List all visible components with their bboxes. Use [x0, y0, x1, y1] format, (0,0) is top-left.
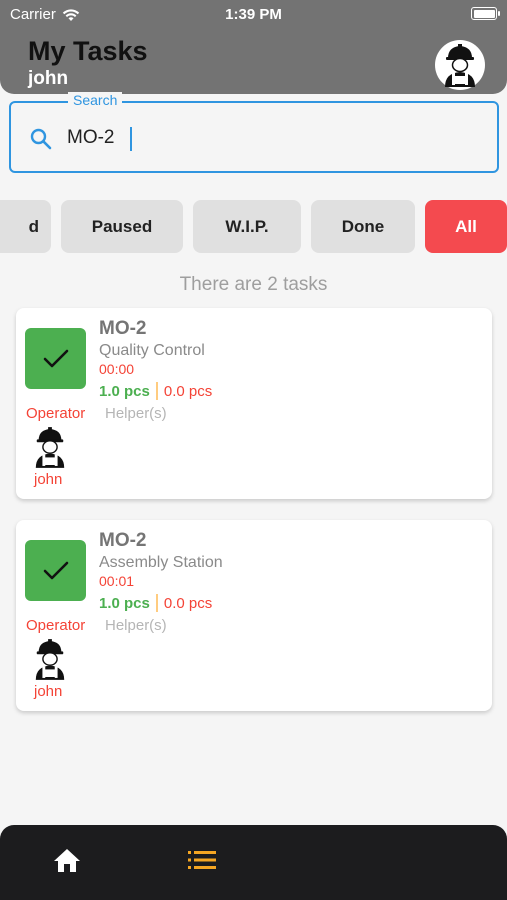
good-quantity: 1.0 pcs: [99, 382, 150, 400]
task-count: There are 2 tasks: [179, 274, 328, 295]
clock: 1:39 PM: [225, 6, 282, 23]
avatar[interactable]: [435, 40, 485, 90]
user-name: john: [28, 68, 69, 89]
task-card[interactable]: MO-2 Quality Control 00:00 1.0 pcs 0.0 p…: [16, 308, 492, 499]
quantity-row: 1.0 pcs 0.0 pcs: [99, 382, 212, 400]
scrap-quantity: 0.0 pcs: [163, 594, 213, 612]
operator-name: john: [34, 471, 63, 488]
app-header: Carrier 1:39 PM My Tasks john: [0, 0, 507, 94]
helpers-label: Helper(s): [105, 617, 167, 634]
operator-name: john: [34, 683, 63, 700]
quantity-divider: [155, 594, 158, 612]
scrap-quantity: 0.0 pcs: [163, 382, 213, 400]
list-icon[interactable]: [188, 849, 216, 871]
operator-label: Operator: [26, 617, 86, 634]
worker-icon: [35, 639, 65, 680]
task-timer: 00:00: [99, 361, 135, 377]
search-icon: [30, 128, 52, 150]
task-timer: 00:01: [99, 573, 135, 589]
battery-icon: [471, 7, 500, 20]
quantity-row: 1.0 pcs 0.0 pcs: [99, 594, 212, 612]
search-input[interactable]: [67, 125, 467, 151]
done-status-button[interactable]: [25, 540, 86, 601]
home-icon[interactable]: [53, 847, 81, 873]
filter-chip-paused[interactable]: Paused: [61, 200, 183, 253]
task-id: MO-2: [99, 318, 147, 339]
task-card[interactable]: MO-2 Assembly Station 00:01 1.0 pcs 0.0 …: [16, 520, 492, 711]
search-field[interactable]: Search: [9, 92, 499, 173]
status-filter-bar: d Paused W.I.P. Done All: [0, 200, 507, 254]
worker-icon: [35, 427, 65, 468]
task-station: Quality Control: [99, 342, 205, 359]
quantity-divider: [155, 382, 158, 400]
worker-icon: [445, 44, 475, 87]
checkmark-icon: [43, 349, 68, 367]
task-id: MO-2: [99, 530, 147, 551]
text-caret: [130, 127, 132, 151]
filter-chip-all[interactable]: All: [425, 200, 507, 253]
bottom-nav: [0, 825, 507, 900]
filter-chip-partial[interactable]: d: [0, 200, 51, 253]
search-label: Search: [68, 92, 123, 108]
checkmark-icon: [43, 561, 68, 579]
done-status-button[interactable]: [25, 328, 86, 389]
good-quantity: 1.0 pcs: [99, 594, 150, 612]
operator-label: Operator: [26, 405, 86, 422]
page-title: My Tasks: [28, 36, 148, 66]
filter-chip-done[interactable]: Done: [311, 200, 415, 253]
filter-chip-wip[interactable]: W.I.P.: [193, 200, 301, 253]
status-bar: Carrier 1:39 PM: [0, 0, 507, 28]
task-station: Assembly Station: [99, 554, 223, 571]
helpers-label: Helper(s): [105, 405, 167, 422]
